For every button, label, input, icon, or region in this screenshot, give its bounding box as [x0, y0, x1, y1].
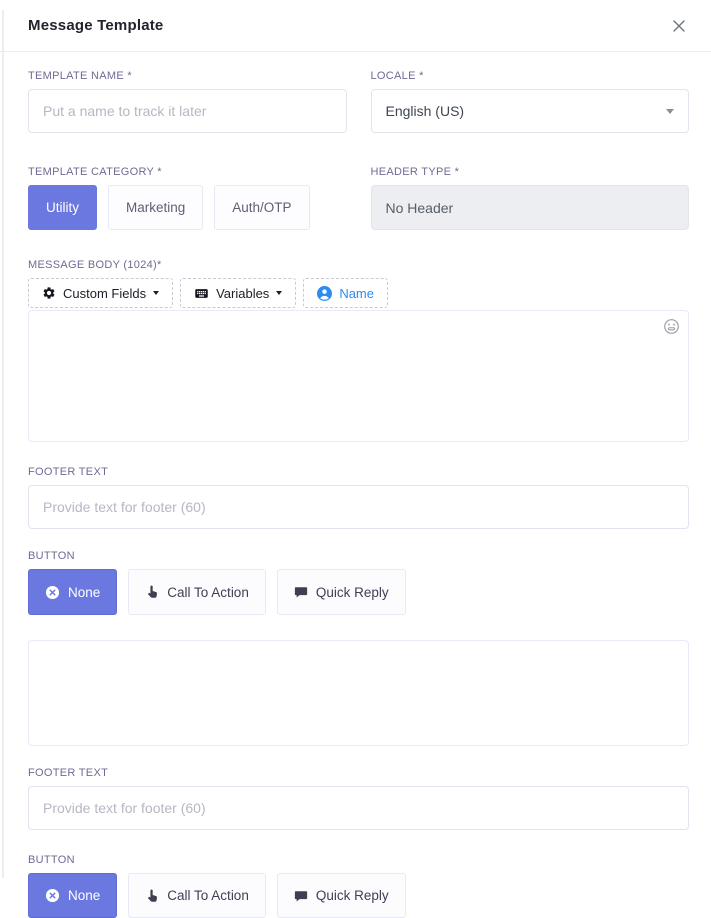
button-quick-reply-label: Quick Reply: [316, 585, 389, 600]
modal-title: Message Template: [28, 17, 163, 34]
header-type-select-disabled: No Header: [371, 185, 690, 230]
keyboard-icon: [194, 286, 209, 301]
button-type-label: BUTTON: [28, 854, 689, 867]
button-quick-reply-button[interactable]: Quick Reply: [277, 569, 406, 615]
message-body-textarea[interactable]: [28, 310, 689, 442]
button-none-label: None: [68, 585, 100, 600]
footer-text-label: FOOTER TEXT: [28, 466, 689, 479]
template-name-input[interactable]: [28, 89, 347, 133]
button-none-button[interactable]: None: [28, 569, 117, 615]
name-token-label: Name: [339, 286, 374, 301]
modal-left-edge: [2, 10, 4, 878]
footer-text-label: FOOTER TEXT: [28, 767, 689, 780]
locale-selected-value: English (US): [386, 103, 465, 119]
emoji-smiley-icon: [663, 318, 680, 335]
circle-x-icon: [45, 585, 60, 600]
close-button[interactable]: [669, 16, 689, 36]
message-body-label: MESSAGE BODY (1024)*: [28, 259, 689, 272]
locale-label: LOCALE *: [371, 70, 690, 83]
close-icon: [671, 18, 687, 34]
button-quick-reply-label: Quick Reply: [316, 888, 389, 903]
emoji-picker-button[interactable]: [662, 317, 680, 335]
caret-down-icon: [666, 109, 674, 114]
category-utility-button[interactable]: Utility: [28, 185, 97, 230]
button-call-to-action-button[interactable]: Call To Action: [128, 569, 266, 615]
variables-label: Variables: [216, 286, 269, 301]
hand-pointer-icon: [145, 585, 159, 599]
button-call-to-action-button-2[interactable]: Call To Action: [128, 873, 266, 918]
button-call-to-action-label: Call To Action: [167, 888, 249, 903]
modal-header: Message Template: [0, 0, 711, 52]
button-none-button-2[interactable]: None: [28, 873, 117, 918]
chat-bubble-icon: [294, 585, 308, 599]
button-quick-reply-button-2[interactable]: Quick Reply: [277, 873, 406, 918]
variables-dropdown-button[interactable]: Variables: [180, 278, 296, 308]
locale-select[interactable]: English (US): [371, 89, 690, 133]
header-type-label: HEADER TYPE *: [371, 166, 690, 179]
button-call-to-action-label: Call To Action: [167, 585, 249, 600]
custom-fields-dropdown-button[interactable]: Custom Fields: [28, 278, 173, 308]
chat-bubble-icon: [294, 889, 308, 903]
hand-pointer-icon: [145, 889, 159, 903]
custom-fields-label: Custom Fields: [63, 286, 146, 301]
category-marketing-button[interactable]: Marketing: [108, 185, 203, 230]
caret-down-icon: [153, 291, 159, 295]
person-circle-icon: [317, 286, 332, 301]
secondary-body-textarea[interactable]: [28, 640, 689, 746]
header-type-value: No Header: [386, 200, 454, 216]
name-token-button[interactable]: Name: [303, 278, 388, 308]
footer-text-input[interactable]: [28, 485, 689, 529]
gear-icon: [42, 286, 56, 300]
circle-x-icon: [45, 888, 60, 903]
category-auth-otp-button[interactable]: Auth/OTP: [214, 185, 309, 230]
caret-down-icon: [276, 291, 282, 295]
footer-text-input-2[interactable]: [28, 786, 689, 830]
template-category-label: TEMPLATE CATEGORY *: [28, 166, 347, 179]
button-none-label: None: [68, 888, 100, 903]
template-name-label: TEMPLATE NAME *: [28, 70, 347, 83]
modal-body: TEMPLATE NAME * LOCALE * English (US) TE…: [0, 52, 711, 918]
button-type-label: BUTTON: [28, 550, 689, 563]
